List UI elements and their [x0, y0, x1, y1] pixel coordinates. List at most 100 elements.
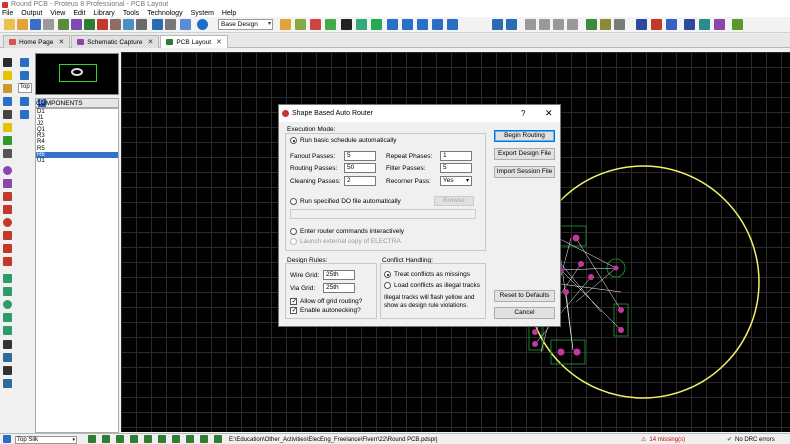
copy-icon[interactable] — [539, 19, 550, 30]
round-pad-icon[interactable] — [3, 166, 12, 175]
close-icon[interactable]: ✕ — [58, 38, 64, 46]
components-list[interactable]: D1 J1 J2 Q1 R3 R4 R5 R6 U1 — [35, 108, 119, 433]
reset-to-defaults-button[interactable]: Reset to Defaults — [494, 290, 555, 302]
schematic-icon[interactable] — [71, 19, 82, 30]
track-style-icon[interactable] — [102, 435, 110, 443]
block-copy-icon[interactable] — [567, 19, 578, 30]
box-icon[interactable] — [3, 287, 12, 296]
cancel-button[interactable]: Cancel — [494, 307, 555, 319]
coordinate-icon[interactable] — [214, 435, 222, 443]
snap-icon[interactable] — [186, 435, 194, 443]
ratsnest-icon[interactable] — [666, 19, 677, 30]
origin-icon[interactable] — [356, 19, 367, 30]
arc-icon[interactable] — [3, 313, 12, 322]
overview-preview[interactable] — [35, 53, 119, 95]
marker-icon[interactable] — [3, 366, 12, 375]
list-item[interactable]: U1 — [36, 158, 118, 164]
recorner-pass-select[interactable]: Yes ▾ — [440, 176, 472, 186]
polygon-smt-pad-icon[interactable] — [3, 244, 12, 253]
autoplacer-icon[interactable] — [636, 19, 647, 30]
autorouter-icon[interactable] — [651, 19, 662, 30]
source-code-icon[interactable] — [152, 19, 163, 30]
export-design-file-button[interactable]: Export Design File — [494, 148, 555, 160]
menu-output[interactable]: Output — [21, 10, 42, 17]
repeat-phases-input[interactable]: 1 — [440, 151, 472, 161]
decompose-icon[interactable] — [600, 19, 611, 30]
browse-button[interactable]: Browse — [434, 196, 474, 206]
via-mode-icon[interactable] — [3, 110, 12, 119]
treat-missing-radio[interactable]: Treat conflicts as missings — [384, 271, 470, 278]
menu-library[interactable]: Library — [93, 10, 114, 17]
layer-field[interactable]: Top — [18, 83, 32, 93]
load-illegal-radio[interactable]: Load conflicts as illegal tracks — [384, 282, 480, 289]
close-project-icon[interactable] — [43, 19, 54, 30]
grid-icon[interactable] — [325, 19, 336, 30]
open-project-icon[interactable] — [17, 19, 28, 30]
design-select[interactable]: Base Design ▾ — [218, 19, 273, 30]
zoom-area-icon[interactable] — [447, 19, 458, 30]
menu-help[interactable]: Help — [222, 10, 236, 17]
run-basic-schedule-radio[interactable]: Run basic schedule automatically — [290, 137, 396, 144]
missing-connections-status[interactable]: ⚠ 14 missing(s) — [641, 436, 685, 444]
help-button[interactable]: ? — [521, 109, 525, 118]
tool-icon[interactable] — [614, 19, 625, 30]
save-icon[interactable] — [30, 19, 41, 30]
zoom-out-icon[interactable] — [417, 19, 428, 30]
track-mode-icon[interactable] — [3, 97, 12, 106]
path-icon[interactable] — [3, 326, 12, 335]
begin-routing-button[interactable]: Begin Routing — [494, 130, 555, 142]
rotate-ccw-icon[interactable] — [20, 71, 29, 80]
net-class-icon[interactable] — [130, 435, 138, 443]
tab-schematic-capture[interactable]: Schematic Capture ✕ — [71, 35, 160, 48]
menu-system[interactable]: System — [191, 10, 214, 17]
wire-grid-input[interactable]: 25th — [323, 270, 355, 280]
paste-icon[interactable] — [553, 19, 564, 30]
fanout-passes-input[interactable]: 5 — [344, 151, 376, 161]
rotate-icon[interactable] — [144, 435, 152, 443]
menu-view[interactable]: View — [50, 10, 65, 17]
select-mode-icon[interactable] — [3, 58, 12, 67]
via-style-icon[interactable] — [116, 435, 124, 443]
menu-edit[interactable]: Edit — [73, 10, 85, 17]
padstack-icon[interactable] — [3, 257, 12, 266]
dimension-icon[interactable] — [3, 379, 12, 388]
close-icon[interactable]: ✕ — [147, 38, 153, 46]
rotate-cw-icon[interactable] — [20, 58, 29, 67]
menu-tools[interactable]: Tools — [123, 10, 139, 17]
mirror-icon[interactable] — [158, 435, 166, 443]
zone-mode-icon[interactable] — [3, 123, 12, 132]
tab-pcb-layout[interactable]: PCB Layout ✕ — [160, 35, 228, 48]
new-project-icon[interactable] — [4, 19, 15, 30]
home-icon[interactable] — [58, 19, 69, 30]
redo-icon[interactable] — [506, 19, 517, 30]
grid-dot-icon[interactable] — [310, 19, 321, 30]
close-icon[interactable]: ✕ — [216, 38, 222, 46]
symbol-icon[interactable] — [3, 353, 12, 362]
gerber-icon[interactable] — [97, 19, 108, 30]
enable-autonecking-checkbox[interactable]: Enable autonecking? — [290, 306, 361, 314]
bom-icon[interactable] — [110, 19, 121, 30]
component-mode-icon[interactable] — [3, 71, 12, 80]
check-icon[interactable] — [732, 19, 743, 30]
library-icon[interactable] — [180, 19, 191, 30]
refresh-icon[interactable] — [280, 19, 291, 30]
flip-icon[interactable] — [295, 19, 306, 30]
cleaning-passes-input[interactable]: 2 — [344, 176, 376, 186]
cut-icon[interactable] — [525, 19, 536, 30]
ratsnest-mode-icon[interactable] — [3, 136, 12, 145]
undo-icon[interactable] — [492, 19, 503, 30]
rect-smt-pad-icon[interactable] — [3, 231, 12, 240]
interactive-commands-radio[interactable]: Enter router commands interactively — [290, 228, 404, 235]
drc-status[interactable]: ✔ No DRC errors — [727, 436, 775, 444]
power-plane-icon[interactable] — [684, 19, 695, 30]
filter-passes-input[interactable]: 5 — [440, 163, 472, 173]
cursor-icon[interactable] — [371, 19, 382, 30]
dil-pad-icon[interactable] — [3, 192, 12, 201]
close-button[interactable]: ✕ — [545, 108, 553, 119]
square-pad-icon[interactable] — [3, 179, 12, 188]
menu-file[interactable]: File — [2, 10, 13, 17]
edge-pad-icon[interactable] — [3, 205, 12, 214]
do-file-path-input[interactable] — [290, 209, 476, 219]
text-icon[interactable] — [3, 340, 12, 349]
layer-visibility-icon[interactable] — [88, 435, 96, 443]
